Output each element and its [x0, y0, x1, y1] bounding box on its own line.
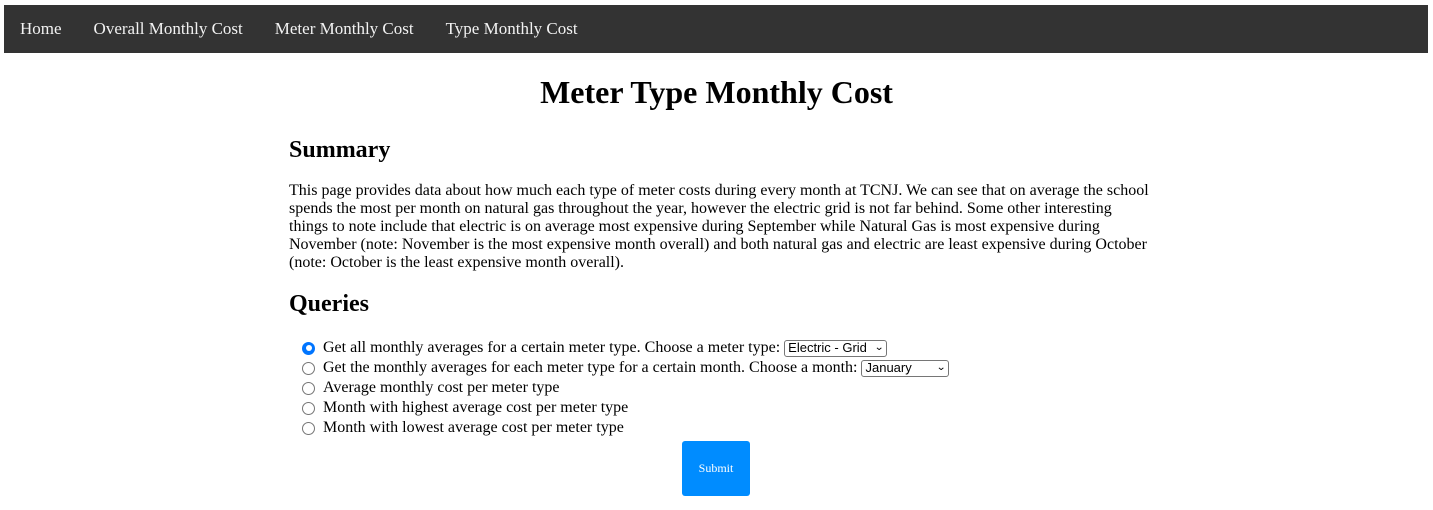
- query-option-average: Average monthly cost per meter type: [301, 378, 1149, 398]
- main-content: Summary This page provides data about ho…: [289, 130, 1149, 438]
- meter-type-select[interactable]: Electric - Grid ⌄: [784, 339, 888, 357]
- queries-heading: Queries: [289, 291, 369, 317]
- nav-home-link[interactable]: Home: [4, 5, 78, 53]
- nav-type-monthly-cost-link[interactable]: Type Monthly Cost: [430, 5, 594, 53]
- query-radio-meter-type[interactable]: [302, 341, 315, 355]
- query-label-month: Get the monthly averages for each meter …: [323, 359, 858, 376]
- query-label-meter-type: Get all monthly averages for a certain m…: [323, 339, 781, 356]
- query-option-month: Get the monthly averages for each meter …: [301, 358, 1149, 378]
- month-select[interactable]: January ⌄: [861, 359, 950, 377]
- page: Home Overall Monthly Cost Meter Monthly …: [0, 0, 1433, 510]
- chevron-down-icon: ⌄: [873, 342, 884, 353]
- meter-type-select-value: Electric - Grid: [788, 340, 867, 355]
- page-title: Meter Type Monthly Cost: [540, 74, 893, 110]
- query-radio-month[interactable]: [302, 361, 315, 375]
- summary-heading: Summary: [289, 137, 391, 163]
- query-label-highest: Month with highest average cost per mete…: [323, 399, 629, 416]
- month-select-value: January: [865, 360, 912, 375]
- query-option-highest: Month with highest average cost per mete…: [301, 398, 1149, 418]
- query-label-average: Average monthly cost per meter type: [323, 379, 560, 396]
- query-label-lowest: Month with lowest average cost per meter…: [323, 419, 624, 436]
- query-option-meter-type: Get all monthly averages for a certain m…: [301, 338, 1149, 358]
- query-radio-lowest[interactable]: [302, 421, 315, 435]
- query-radio-average[interactable]: [302, 381, 315, 395]
- query-options-list: Get all monthly averages for a certain m…: [289, 338, 1149, 438]
- nav-overall-monthly-cost-link[interactable]: Overall Monthly Cost: [78, 5, 259, 53]
- submit-wrap: Submit: [682, 441, 750, 496]
- query-option-lowest: Month with lowest average cost per meter…: [301, 418, 1149, 438]
- submit-button[interactable]: Submit: [682, 441, 750, 496]
- chevron-down-icon: ⌄: [936, 362, 947, 373]
- summary-text: This page provides data about how much e…: [289, 182, 1149, 271]
- query-radio-highest[interactable]: [302, 401, 315, 415]
- top-navbar: Home Overall Monthly Cost Meter Monthly …: [4, 5, 1428, 53]
- nav-meter-monthly-cost-link[interactable]: Meter Monthly Cost: [259, 5, 430, 53]
